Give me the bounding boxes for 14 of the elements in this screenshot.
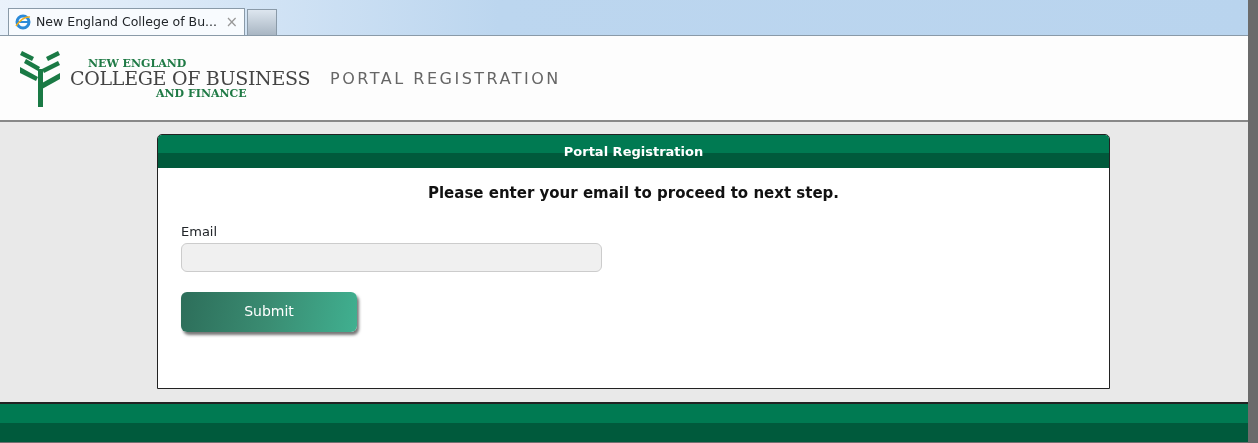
college-name: AND FINANCE bbox=[155, 87, 248, 99]
browser-logo-icon bbox=[15, 14, 31, 30]
new-tab-button[interactable] bbox=[247, 9, 277, 35]
email-field[interactable] bbox=[181, 242, 602, 272]
browser-tab[interactable]: New England College of Bu... × bbox=[8, 8, 245, 35]
panel-title: Portal Registration bbox=[158, 135, 1109, 168]
leaf-logo-icon bbox=[20, 49, 60, 107]
portal-title: PORTAL REGISTRATION bbox=[330, 68, 561, 90]
instruction-text: Please enter your email to proceed to next step. bbox=[426, 183, 840, 204]
submit-button[interactable]: Submit bbox=[181, 291, 357, 332]
email-label: Email bbox=[181, 222, 218, 241]
college-name: COLLEGE OF BUSINESS bbox=[70, 68, 311, 88]
college-name: NEW ENGLAND bbox=[87, 57, 188, 69]
close-tab-icon[interactable]: × bbox=[225, 10, 238, 34]
